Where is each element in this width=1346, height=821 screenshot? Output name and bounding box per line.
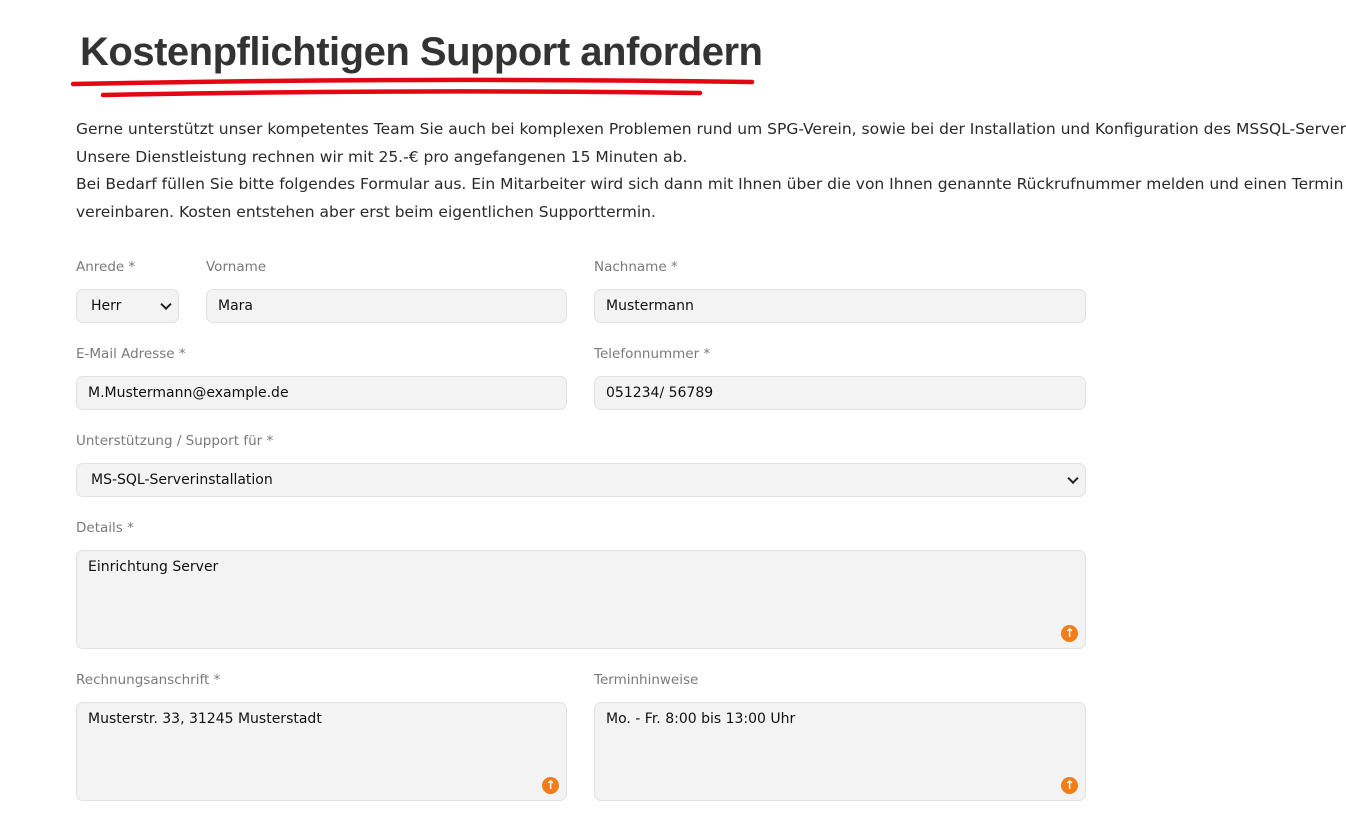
vorname-label: Vorname [206,259,267,275]
intro-line: Unsere Dienstleistung rechnen wir mit 25… [76,147,688,166]
termin-textarea[interactable]: Mo. - Fr. 8:00 bis 13:00 Uhr ↑ [594,702,1086,801]
telefon-label: Telefonnummer * [594,346,711,362]
email-input[interactable]: M.Mustermann@example.de [76,376,567,410]
rechnung-label: Rechnungsanschrift * [76,672,221,688]
page-title: Kostenpflichtigen Support anfordern [80,30,763,74]
details-value: Einrichtung Server [88,559,219,575]
telefon-value: 051234/ 56789 [606,385,714,401]
arrow-up-circle-icon[interactable]: ↑ [542,777,559,794]
intro-line: Bei Bedarf füllen Sie bitte folgendes Fo… [76,175,1344,193]
support-value: MS-SQL-Serverinstallation [91,472,273,488]
termin-value: Mo. - Fr. 8:00 bis 13:00 Uhr [606,711,796,727]
email-label: E-Mail Adresse * [76,346,186,362]
arrow-up-circle-icon[interactable]: ↑ [1061,625,1078,642]
support-label: Unterstützung / Support für * [76,433,274,449]
email-value: M.Mustermann@example.de [88,385,289,401]
rechnung-value: Musterstr. 33, 31245 Musterstadt [88,711,322,727]
intro-line: vereinbaren. Kosten entstehen aber erst … [76,202,656,221]
details-label: Details * [76,520,134,536]
vorname-value: Mara [218,298,253,314]
chevron-down-icon [160,298,172,311]
arrow-up-circle-icon[interactable]: ↑ [1061,777,1078,794]
anrede-label: Anrede * [76,259,136,275]
title-underline [70,77,755,98]
intro-line: Gerne unterstützt unser kompetentes Team… [76,120,1346,138]
termin-label: Terminhinweise [594,672,699,688]
details-textarea[interactable]: Einrichtung Server ↑ [76,550,1086,649]
nachname-value: Mustermann [606,298,694,314]
support-select[interactable]: MS-SQL-Serverinstallation [76,463,1086,497]
telefon-input[interactable]: 051234/ 56789 [594,376,1086,410]
rechnung-textarea[interactable]: Musterstr. 33, 31245 Musterstadt ↑ [76,702,567,801]
chevron-down-icon [1067,472,1079,485]
nachname-input[interactable]: Mustermann [594,289,1086,323]
intro-text: Gerne unterstützt unser kompetentes Team… [76,116,1346,226]
anrede-select[interactable]: Herr [76,289,179,323]
anrede-value: Herr [91,298,122,314]
nachname-label: Nachname * [594,259,678,275]
vorname-input[interactable]: Mara [206,289,567,323]
